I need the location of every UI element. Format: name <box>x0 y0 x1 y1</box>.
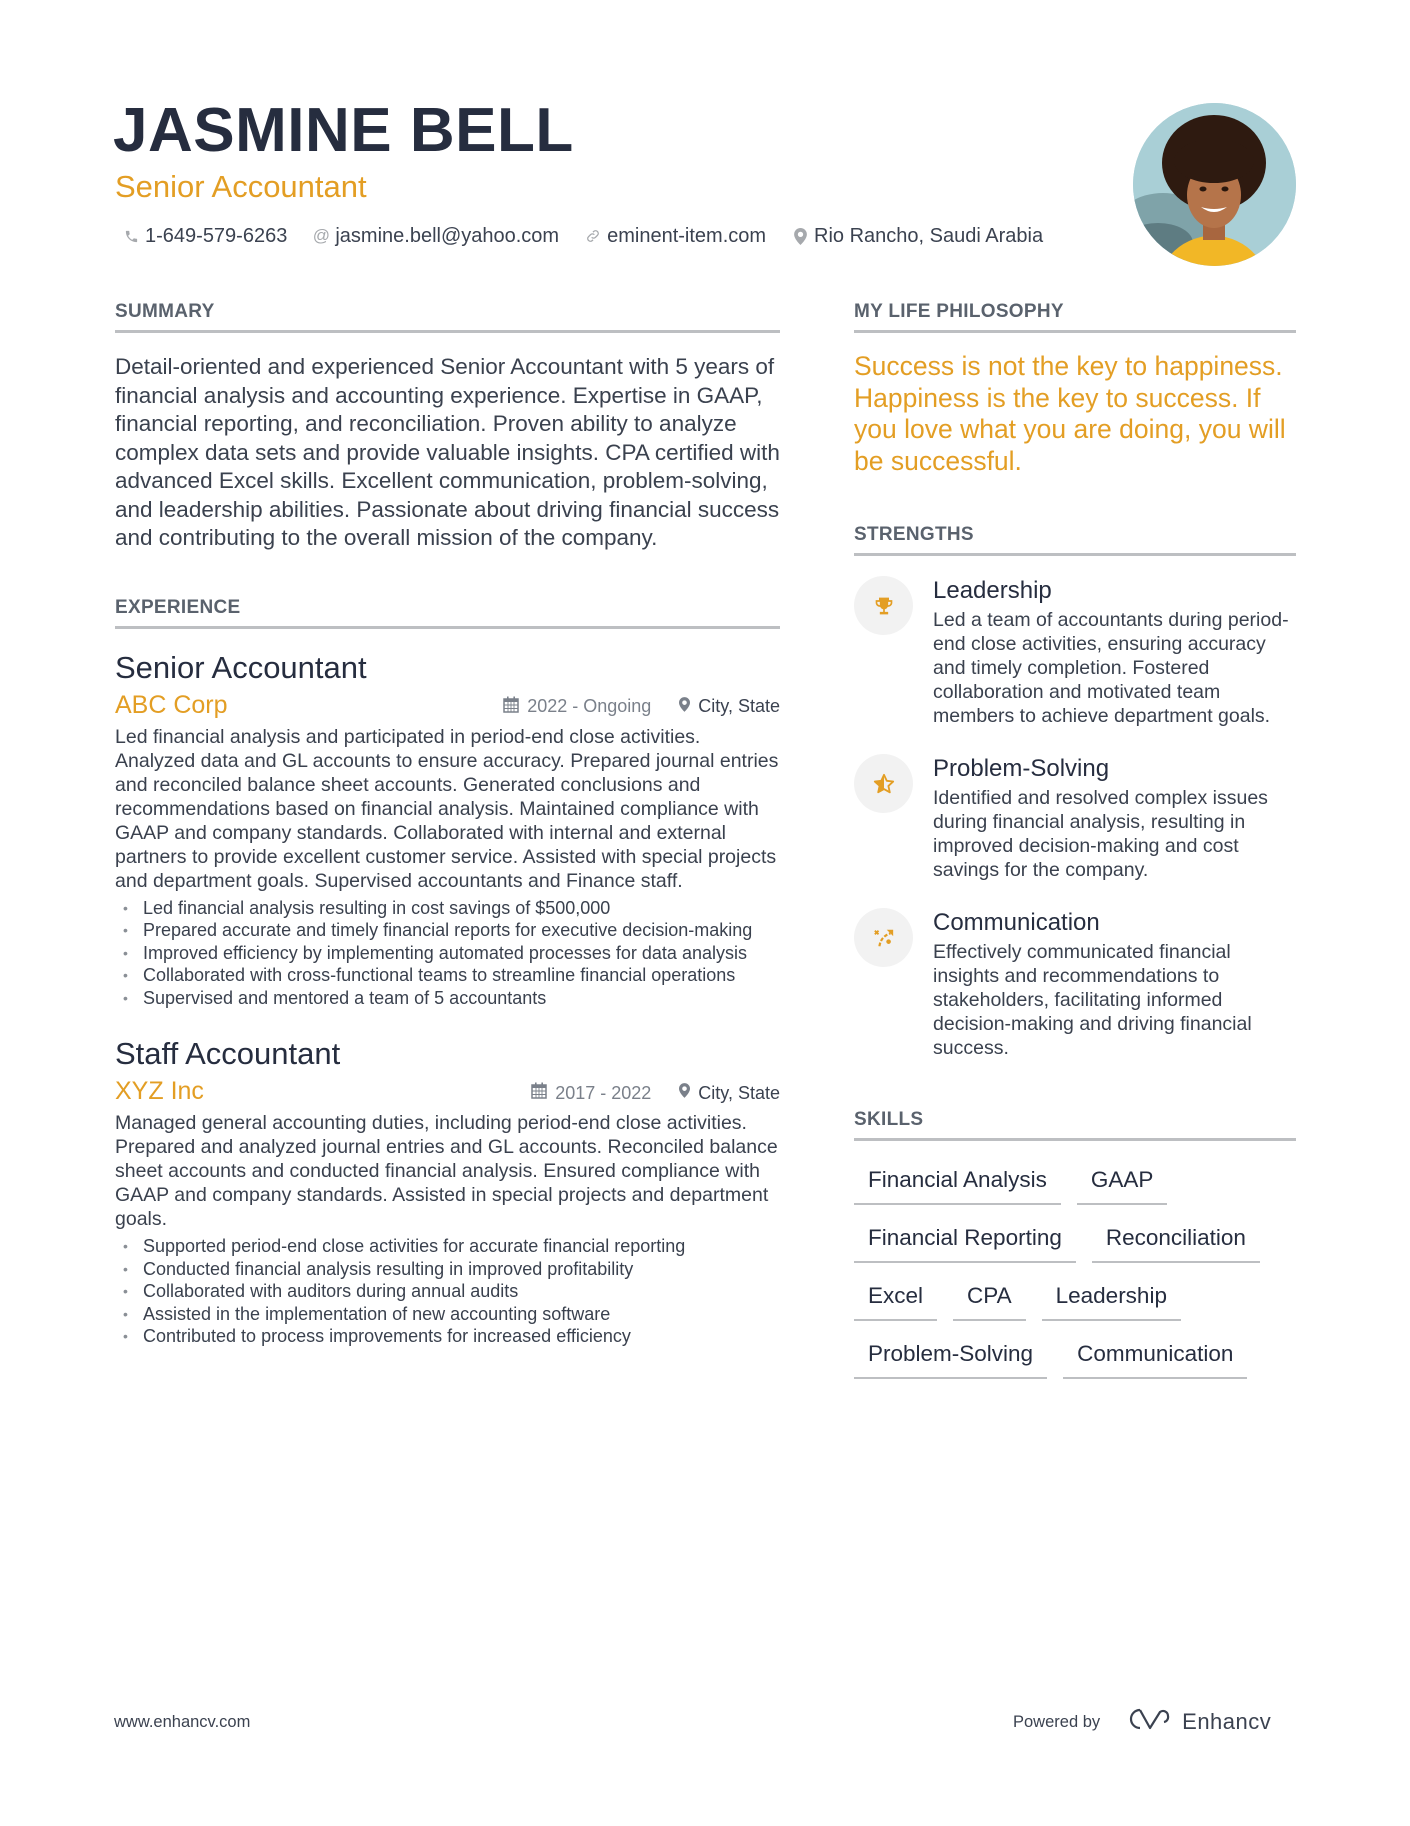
strengths-section: STRENGTHS Leadership Led a team of accou… <box>854 523 1296 1060</box>
strength-body: Leadership Led a team of accountants dur… <box>933 576 1296 728</box>
at-icon: @ <box>312 226 330 245</box>
strength-description: Led a team of accountants during period-… <box>933 609 1289 727</box>
strength-title: Communication <box>933 909 1100 936</box>
job-dates: 2017 - 2022 <box>531 1082 651 1104</box>
strength-title: Leadership <box>933 577 1052 604</box>
strength-title: Problem-Solving <box>933 755 1110 782</box>
email-address[interactable]: jasmine.bell@yahoo.com <box>335 222 559 250</box>
contact-phone: 1-649-579-6263 <box>123 222 287 250</box>
job-location: City, State <box>679 696 780 718</box>
location-text: Rio Rancho, Saudi Arabia <box>814 225 1044 247</box>
star-half-icon <box>854 754 913 813</box>
job-location: City, State <box>679 1082 780 1104</box>
job-entry: Staff Accountant XYZ Inc 2017 - 2022 Cit… <box>115 1035 780 1348</box>
philosophy-heading: MY LIFE PHILOSOPHY <box>854 300 1296 333</box>
strength-item: Communication Effectively communicated f… <box>854 908 1296 1060</box>
job-meta-row: XYZ Inc 2017 - 2022 City, State <box>115 1075 780 1107</box>
summary-heading: SUMMARY <box>115 300 780 333</box>
powered-by-label: Powered by <box>1013 1712 1101 1731</box>
skill-tag: Financial Analysis <box>854 1165 1061 1205</box>
skill-tag: Financial Reporting <box>854 1223 1076 1263</box>
calendar-icon <box>503 696 519 718</box>
company-name: ABC Corp <box>115 690 228 719</box>
job-achievements: Led financial analysis resulting in cost… <box>115 897 780 1010</box>
profile-photo <box>1133 103 1296 266</box>
job-location-text: City, State <box>698 696 780 716</box>
experience-section: EXPERIENCE Senior Accountant ABC Corp 20… <box>115 596 780 1348</box>
skill-tag: Problem-Solving <box>854 1339 1048 1379</box>
footer-website[interactable]: www.enhancv.com <box>114 1713 250 1732</box>
job-dates-text: 2017 - 2022 <box>555 1082 652 1103</box>
job-description: Led financial analysis and participated … <box>115 725 779 892</box>
location-pin-icon <box>792 227 808 245</box>
achievement-item: Supported period-end close activities fo… <box>115 1235 780 1258</box>
experience-heading: EXPERIENCE <box>115 596 780 629</box>
achievement-item: Led financial analysis resulting in cost… <box>115 897 780 920</box>
candidate-headline: Senior Accountant <box>115 169 367 204</box>
job-achievements: Supported period-end close activities fo… <box>115 1235 780 1348</box>
strengths-heading: STRENGTHS <box>854 523 1296 556</box>
contact-location: Rio Rancho, Saudi Arabia <box>792 222 1043 250</box>
achievement-item: Contributed to process improvements for … <box>115 1325 780 1348</box>
skill-tag: GAAP <box>1076 1165 1168 1205</box>
contact-email: @ jasmine.bell@yahoo.com <box>313 222 559 250</box>
achievement-item: Prepared accurate and timely financial r… <box>115 919 780 942</box>
job-location-text: City, State <box>698 1082 780 1103</box>
achievement-item: Assisted in the implementation of new ac… <box>115 1303 780 1326</box>
achievement-item: Collaborated with cross-functional teams… <box>115 964 780 987</box>
strength-item: Leadership Led a team of accountants dur… <box>854 576 1296 728</box>
company-name: XYZ Inc <box>115 1077 204 1105</box>
philosophy-section: MY LIFE PHILOSOPHY Success is not the ke… <box>854 300 1296 477</box>
contact-website: eminent-item.com <box>585 222 766 250</box>
skill-tag: CPA <box>953 1281 1026 1321</box>
location-pin-icon <box>679 696 691 717</box>
link-icon <box>585 228 601 244</box>
job-meta-row: ABC Corp 2022 - Ongoing City, State <box>115 689 780 721</box>
summary-text: Detail-oriented and experienced Senior A… <box>115 354 780 550</box>
strength-description: Identified and resolved complex issues d… <box>933 787 1268 881</box>
job-dates-text: 2022 - Ongoing <box>527 696 652 716</box>
achievement-item: Collaborated with auditors during annual… <box>115 1280 780 1303</box>
skills-section: SKILLS Financial Analysis GAAP Financial… <box>854 1108 1296 1379</box>
job-meta: 2022 - Ongoing City, State <box>503 696 780 718</box>
footer-branding: Powered by Enhancv <box>1013 1706 1271 1738</box>
skills-list: Financial Analysis GAAP Financial Report… <box>854 1165 1296 1379</box>
job-dates: 2022 - Ongoing <box>503 696 651 718</box>
phone-number[interactable]: 1-649-579-6263 <box>145 222 287 250</box>
location-pin-icon <box>679 1083 691 1103</box>
skill-tag: Leadership <box>1041 1281 1181 1321</box>
strength-body: Problem-Solving Identified and resolved … <box>933 754 1296 882</box>
enhancv-logo[interactable]: Enhancv <box>1126 1706 1271 1738</box>
skills-heading: SKILLS <box>854 1108 1296 1141</box>
contact-list: 1-649-579-6263 @ jasmine.bell@yahoo.com … <box>123 222 1043 250</box>
phone-icon <box>123 229 139 244</box>
job-entry: Senior Accountant ABC Corp 2022 - Ongoin… <box>115 649 780 1010</box>
achievement-item: Conducted financial analysis resulting i… <box>115 1258 780 1281</box>
enhancv-wordmark: Enhancv <box>1182 1709 1272 1734</box>
right-column: MY LIFE PHILOSOPHY Success is not the ke… <box>854 300 1296 1379</box>
strategy-arrow-icon <box>854 908 913 967</box>
skill-tag: Communication <box>1063 1339 1248 1379</box>
summary-section: SUMMARY Detail-oriented and experienced … <box>115 300 780 553</box>
job-description: Managed general accounting duties, inclu… <box>115 1112 778 1230</box>
strength-description: Effectively communicated financial insig… <box>933 941 1252 1059</box>
candidate-name: JASMINE BELL <box>113 96 574 165</box>
enhancv-logo-icon <box>1126 1706 1172 1738</box>
achievement-item: Supervised and mentored a team of 5 acco… <box>115 987 780 1010</box>
skill-tag: Reconciliation <box>1091 1223 1260 1263</box>
trophy-icon <box>854 576 913 635</box>
job-meta: 2017 - 2022 City, State <box>531 1082 780 1104</box>
skill-tag: Excel <box>854 1281 938 1321</box>
philosophy-quote: Success is not the key to happiness. Hap… <box>854 351 1286 476</box>
strength-body: Communication Effectively communicated f… <box>933 908 1296 1060</box>
calendar-icon <box>531 1082 547 1104</box>
strength-item: Problem-Solving Identified and resolved … <box>854 754 1296 882</box>
left-column: SUMMARY Detail-oriented and experienced … <box>115 300 780 1348</box>
website-link[interactable]: eminent-item.com <box>607 222 766 250</box>
job-title: Staff Accountant <box>115 1036 341 1071</box>
job-title: Senior Accountant <box>115 649 367 685</box>
achievement-item: Improved efficiency by implementing auto… <box>115 942 780 965</box>
